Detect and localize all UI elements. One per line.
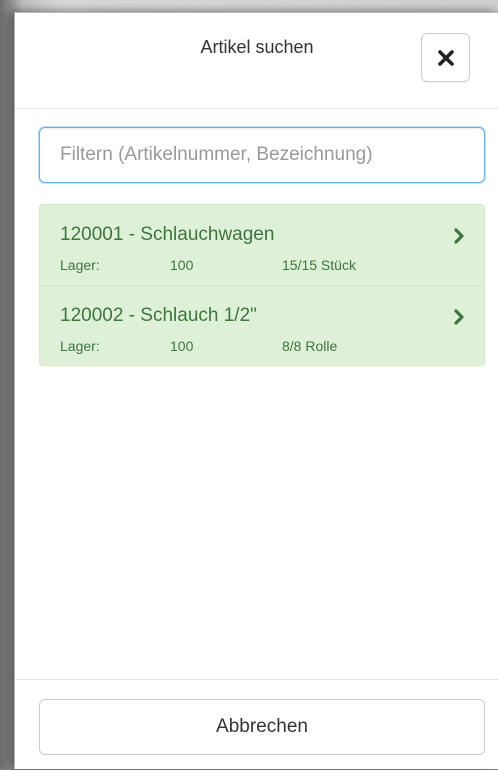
cancel-button[interactable]: Abbrechen: [39, 699, 485, 755]
article-title: 120002 - Schlauch 1/2": [60, 305, 257, 326]
stock-location: 100: [170, 257, 194, 273]
article-list: 120001 - Schlauchwagen Lager: 100 15/15 …: [39, 204, 485, 366]
article-quantity: 15/15 Stück: [282, 257, 356, 273]
stock-location: 100: [170, 338, 194, 354]
stock-label: Lager:: [60, 257, 100, 273]
article-search-modal: Artikel suchen 120001 - Schlauchwagen La…: [14, 12, 498, 769]
chevron-right-icon: [454, 228, 464, 244]
close-x-icon: [437, 49, 454, 66]
chevron-right-icon: [454, 309, 464, 325]
modal-body: 120001 - Schlauchwagen Lager: 100 15/15 …: [15, 109, 498, 679]
article-title: 120001 - Schlauchwagen: [60, 224, 275, 245]
stock-label: Lager:: [60, 338, 100, 354]
article-list-item[interactable]: 120001 - Schlauchwagen Lager: 100 15/15 …: [40, 205, 484, 285]
modal-footer: Abbrechen: [15, 679, 498, 770]
article-quantity: 8/8 Rolle: [282, 338, 338, 354]
close-button[interactable]: [421, 33, 470, 82]
modal-header: Artikel suchen: [15, 13, 498, 109]
filter-input[interactable]: [39, 127, 485, 183]
article-list-item[interactable]: 120002 - Schlauch 1/2" Lager: 100 8/8 Ro…: [40, 285, 484, 365]
